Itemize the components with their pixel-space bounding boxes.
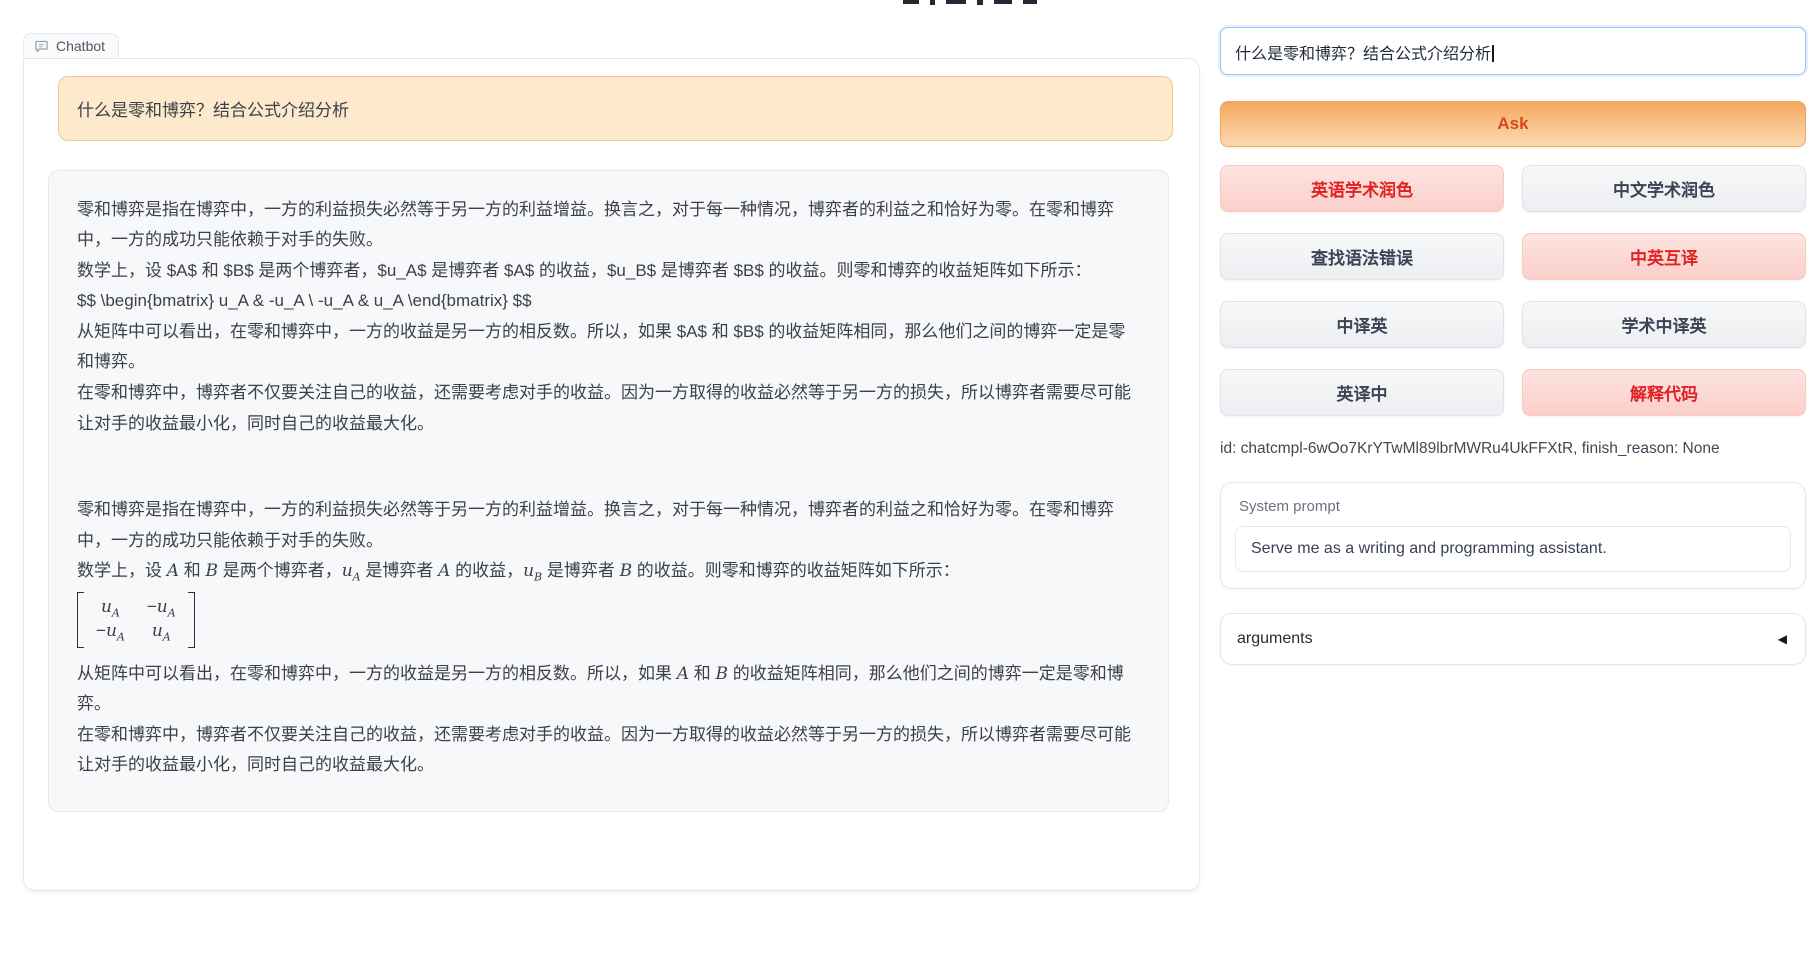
payoff-matrix: uA −uA −uA uA <box>77 588 1140 659</box>
chatbot-column: Chatbot 什么是零和博弈？结合公式介绍分析 零和博弈是指在博弈中，一方的利… <box>23 33 1200 891</box>
button-zh-en-mutual-translate[interactable]: 中英互译 <box>1522 233 1806 280</box>
question-input-value: 什么是零和博弈？结合公式介绍分析 <box>1235 46 1491 63</box>
button-explain-code[interactable]: 解释代码 <box>1522 369 1806 416</box>
controls-column: 什么是零和博弈？结合公式介绍分析 Ask 英语学术润色 中文学术润色 查找语法错… <box>1220 27 1806 665</box>
user-message-bubble: 什么是零和博弈？结合公式介绍分析 <box>58 76 1173 141</box>
button-find-grammar-errors[interactable]: 查找语法错误 <box>1220 233 1504 280</box>
response-status-text: id: chatcmpl-6wOo7KrYTwMl89lbrMWRu4UkFFX… <box>1220 440 1806 458</box>
matrix-cell: uA <box>96 596 125 620</box>
system-prompt-label: System prompt <box>1239 498 1791 515</box>
accordion-collapse-icon: ◀ <box>1778 632 1787 646</box>
text-caret <box>1492 45 1494 62</box>
button-academic-zh-to-en[interactable]: 学术中译英 <box>1522 301 1806 348</box>
user-message-text: 什么是零和博弈？结合公式介绍分析 <box>77 96 1154 121</box>
system-prompt-input[interactable]: Serve me as a writing and programming as… <box>1235 526 1791 572</box>
button-chinese-academic-polish[interactable]: 中文学术润色 <box>1522 165 1806 212</box>
bot-message-bubble: 零和博弈是指在博弈中，一方的利益损失必然等于另一方的利益增益。换言之，对于每一种… <box>48 170 1169 812</box>
bot-raw-paragraph: 数学上，设 $A$ 和 $B$ 是两个博弈者，$u_A$ 是博弈者 $A$ 的收… <box>77 256 1140 287</box>
matrix-left-bracket <box>77 592 84 648</box>
button-zh-to-en[interactable]: 中译英 <box>1220 301 1504 348</box>
bot-raw-paragraph: 零和博弈是指在博弈中，一方的利益损失必然等于另一方的利益增益。换言之，对于每一种… <box>77 195 1140 256</box>
bot-raw-markdown-block: 零和博弈是指在博弈中，一方的利益损失必然等于另一方的利益增益。换言之，对于每一种… <box>77 195 1140 440</box>
matrix-cell: uA <box>147 620 176 644</box>
button-english-academic-polish[interactable]: 英语学术润色 <box>1220 165 1504 212</box>
button-en-to-zh[interactable]: 英译中 <box>1220 369 1504 416</box>
matrix-cell: −uA <box>96 620 125 644</box>
bot-rendered-paragraph: 在零和博弈中，博弈者不仅要关注自己的收益，还需要考虑对手的收益。因为一方取得的收… <box>77 720 1140 781</box>
arguments-accordion[interactable]: arguments ◀ <box>1220 613 1806 665</box>
bot-raw-latex-formula: $$ \begin{bmatrix} u_A & -u_A \ -u_A & u… <box>77 286 1140 317</box>
question-input[interactable]: 什么是零和博弈？结合公式介绍分析 <box>1220 27 1806 75</box>
bot-rendered-paragraph: 零和博弈是指在博弈中，一方的利益损失必然等于另一方的利益增益。换言之，对于每一种… <box>77 495 1140 556</box>
chatbot-label-text: Chatbot <box>56 38 105 54</box>
bot-raw-paragraph: 从矩阵中可以看出，在零和博弈中，一方的收益是另一方的相反数。所以，如果 $A$ … <box>77 317 1140 378</box>
arguments-accordion-label: arguments <box>1237 630 1313 648</box>
chatbot-label: Chatbot <box>23 33 119 57</box>
quick-action-grid: 英语学术润色 中文学术润色 查找语法错误 中英互译 中译英 学术中译英 英译中 … <box>1220 165 1806 416</box>
matrix-cell: −uA <box>147 596 176 620</box>
bot-raw-paragraph: 在零和博弈中，博弈者不仅要关注自己的收益，还需要考虑对手的收益。因为一方取得的收… <box>77 378 1140 439</box>
bot-rendered-paragraph: 从矩阵中可以看出，在零和博弈中，一方的收益是另一方的相反数。所以，如果 A 和 … <box>77 659 1140 720</box>
chat-bubble-icon <box>34 39 49 54</box>
chatbot-panel[interactable]: 什么是零和博弈？结合公式介绍分析 零和博弈是指在博弈中，一方的利益损失必然等于另… <box>23 58 1200 891</box>
page-title-cutoff <box>903 0 1037 6</box>
system-prompt-panel: System prompt Serve me as a writing and … <box>1220 482 1806 589</box>
bot-rendered-block: 零和博弈是指在博弈中，一方的利益损失必然等于另一方的利益增益。换言之，对于每一种… <box>77 495 1140 781</box>
matrix-right-bracket <box>188 592 195 648</box>
app-root: Chatbot 什么是零和博弈？结合公式介绍分析 零和博弈是指在博弈中，一方的利… <box>0 0 1814 961</box>
ask-button[interactable]: Ask <box>1220 101 1806 147</box>
bot-rendered-paragraph: 数学上，设 A 和 B 是两个博弈者，uA 是博弈者 A 的收益，uB 是博弈者… <box>77 556 1140 587</box>
